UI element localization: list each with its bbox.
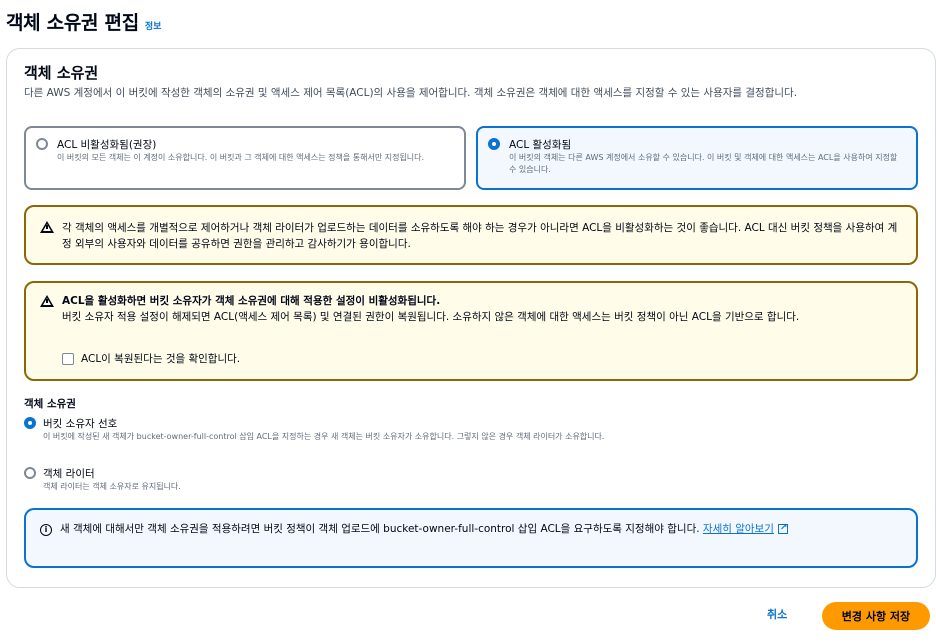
bucket-owner-preferred-radio[interactable] [24, 417, 36, 429]
section-description: 다른 AWS 계정에서 이 버킷에 작성한 객체의 소유권 및 액세스 제어 목… [24, 87, 798, 99]
acl-disabled-label: ACL 비활성화됨(권장) [57, 139, 157, 151]
bucket-owner-preferred-label: 버킷 소유자 선호 [43, 418, 118, 430]
warning-icon [40, 221, 54, 233]
acl-restore-acknowledge[interactable]: ACL이 복원된다는 것을 확인합니다. [62, 351, 240, 366]
page-header: 객체 소유권 편집 정보 [6, 8, 161, 35]
warning-icon [40, 295, 54, 307]
page-title: 객체 소유권 편집 [6, 12, 139, 34]
acl-disabled-radio[interactable] [36, 138, 48, 150]
warning-text: 각 객체의 액세스를 개별적으로 제어하거나 객체 라이터가 업로드하는 데이터… [62, 222, 898, 250]
acl-restore-warning: ACL을 활성화하면 버킷 소유자가 객체 소유권에 대해 적용한 설정이 비활… [24, 281, 918, 381]
acl-enabled-radio[interactable] [488, 138, 500, 150]
info-alert-text: 새 객체에 대해서만 객체 소유권을 적용하려면 버킷 정책이 객체 업로드에 … [60, 523, 703, 535]
warning-text: 버킷 소유자 적용 설정이 해제되면 ACL(액세스 제어 목록) 및 연결된 … [62, 311, 800, 323]
warning-body: ACL을 활성화하면 버킷 소유자가 객체 소유권에 대해 적용한 설정이 비활… [62, 293, 900, 325]
object-ownership-label: 객체 소유권 [24, 398, 76, 410]
object-writer-radio[interactable] [24, 467, 36, 479]
acknowledge-checkbox[interactable] [62, 352, 74, 365]
acl-enabled-tile[interactable]: ACL 활성화됨 이 버킷의 객체는 다른 AWS 계정에서 소유할 수 있습니… [476, 126, 918, 190]
info-alert: i 새 객체에 대해서만 객체 소유권을 적용하려면 버킷 정책이 객체 업로드… [24, 508, 918, 568]
save-changes-button[interactable]: 변경 사항 저장 [822, 602, 930, 630]
info-link[interactable]: 정보 [145, 19, 162, 32]
object-writer-label: 객체 라이터 [43, 468, 95, 480]
acl-disabled-tile[interactable]: ACL 비활성화됨(권장) 이 버킷의 모든 객체는 이 계정이 소유합니다. … [24, 126, 466, 190]
info-icon: i [40, 524, 52, 536]
object-writer-description: 객체 라이터는 객체 소유자로 유지됩니다. [43, 482, 181, 491]
external-link-icon[interactable] [777, 520, 788, 536]
bucket-owner-preferred-description: 이 버킷에 작성된 새 객체가 bucket-owner-full-contro… [43, 432, 605, 441]
acl-enabled-label: ACL 활성화됨 [509, 139, 572, 151]
acknowledge-label: ACL이 복원된다는 것을 확인합니다. [81, 353, 241, 365]
acl-disabled-description: 이 버킷의 모든 객체는 이 계정이 소유합니다. 이 버킷과 그 객체에 대한… [57, 153, 425, 162]
acl-recommendation-warning: 각 객체의 액세스를 개별적으로 제어하거나 객체 라이터가 업로드하는 데이터… [24, 205, 918, 265]
section-title: 객체 소유권 [24, 64, 99, 82]
cancel-button[interactable]: 취소 [767, 606, 787, 622]
info-text: 새 객체에 대해서만 객체 소유권을 적용하려면 버킷 정책이 객체 업로드에 … [60, 520, 896, 537]
warning-title: ACL을 활성화하면 버킷 소유자가 객체 소유권에 대해 적용한 설정이 비활… [62, 295, 441, 307]
acl-enabled-description: 이 버킷의 객체는 다른 AWS 계정에서 소유할 수 있습니다. 이 버킷 및… [509, 153, 898, 174]
learn-more-link[interactable]: 자세히 알아보기 [703, 523, 774, 535]
